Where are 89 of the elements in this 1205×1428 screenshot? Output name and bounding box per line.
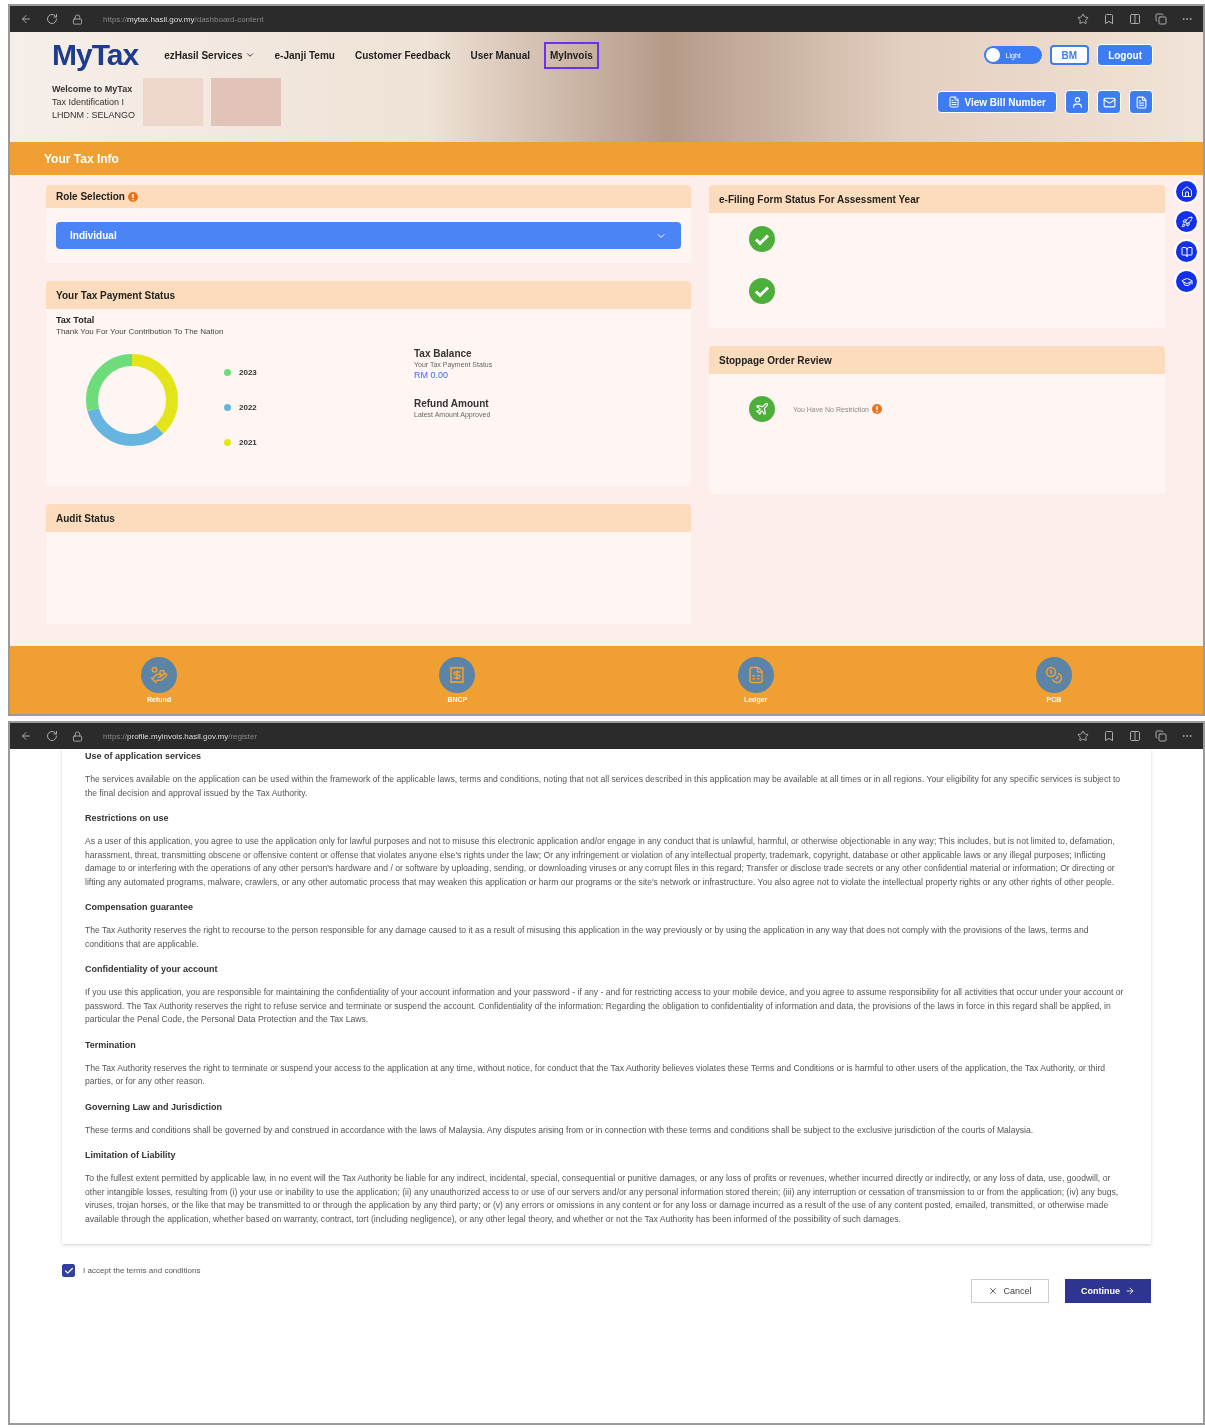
- nav-link[interactable]: ezHasil Services: [158, 41, 261, 69]
- terms-heading: Termination: [85, 1039, 137, 1050]
- nav-link[interactable]: Customer Feedback: [348, 41, 457, 69]
- terms-paragraph: As a user of this application, you agree to use the application only for lawful purposes and not to misuse this electronic application and/or engage in any conduct that is unlawful, harmful, or otherwise objectionable in any way; This includes, but is not limited to, defamation, harassment, threat, transmitting obscene or offensive content or offense that violates anyone else's rights under the law; Or any infringement or violation of any intellectual property, trademark, copyright, database or other applicable laws or any illegal purposes; Inflicting damage to or interfering with the operations of any other person's hardware and / or software by uploading, sending, or downloading viruses or any corrupt files in this regard; Transfer or disclose trade secrets or any other confidential material or information; Or directing or lifting any automated programs, malware, crawlers, or any other automatic process that may weaken this application or harm our programs or the site's network or infrastructure. You also agree not to violate the intellectual property rights or any other rights of other people.: [85, 835, 1116, 889]
- accept-label: I accept the terms and conditions: [83, 1266, 201, 1275]
- refund-amount-title: Refund Amount: [414, 398, 490, 409]
- terms-paragraph: These terms and conditions shall be governed by and construed in accordance with the laws of Malaysia. Any disputes arising from or in connection with these terms and conditions shall be subject to the exclusive jurisdiction of the courts of Malaysia.: [85, 1123, 1035, 1137]
- legend-label: 2023: [239, 368, 257, 377]
- card-title: Stoppage Order Review: [719, 354, 832, 366]
- browser-toolbar-icon[interactable]: [1077, 13, 1089, 25]
- check-circle-icon: [749, 278, 775, 304]
- address-bar-url[interactable]: https://mytax.hasil.gov.my/dashboard-content: [97, 14, 1063, 24]
- back-icon[interactable]: [20, 13, 32, 25]
- terms-paragraph: If you use this application, you are responsible for maintaining the confidentiality of your account information and your password - if any - and for restricting access to your mobile device, and you agree to assume responsibility for all activities that occur under your account or password. The Tax Authority reserves the right to refuse service and terminate or suspend the account. Confidentiality of the information: Regarding the obligation to confidentiality of information and data, the provisions of the laws in force in this regard shall be applied, in particular the Penal Code, the Personal Data Protection and the Tax Laws.: [85, 986, 1125, 1026]
- browser-toolbar-icon[interactable]: [1155, 13, 1167, 25]
- arrow-right-icon: [1125, 1286, 1135, 1296]
- browser-toolbar-icon[interactable]: [1155, 730, 1167, 742]
- continue-button[interactable]: Continue: [1065, 1279, 1151, 1303]
- terms-heading: Confidentiality of your account: [85, 964, 219, 974]
- redacted-block: [211, 78, 282, 126]
- nav-link[interactable]: e-Janji Temu: [268, 41, 341, 69]
- address-bar-url[interactable]: https://profile.myinvois.hasil.gov.my/register: [97, 731, 1063, 741]
- tax-balance-title: Tax Balance: [414, 348, 473, 359]
- view-bill-number-button[interactable]: View Bill Number: [937, 91, 1057, 113]
- language-button[interactable]: BM: [1049, 45, 1090, 65]
- user-icon: [1070, 95, 1084, 109]
- terms-paragraph: The services available on the application can be used within the framework of the applicable laws, terms and conditions, noting that not all services described in this application may be available at all times or in all regions. Your eligibility for any specific services is subject to the final decision and approval issued by the Tax Authority.: [85, 773, 1122, 800]
- mytax-logo[interactable]: MyTax: [52, 38, 139, 72]
- round-badge-icon: [737, 657, 774, 693]
- round-badge-icon: [141, 657, 178, 693]
- book-button[interactable]: [1174, 239, 1199, 264]
- terms-paragraph: The Tax Authority reserves the right to recourse to the person responsible for any damage caused to it as a result of misusing this application in the way previously or by using the application in any way that does not comply with the provisions of the laws, terms and conditions that are applicable.: [85, 924, 1090, 951]
- plane-circle-icon: [749, 396, 775, 422]
- document-icon: [1134, 95, 1148, 109]
- tax-balance-value: RM 0.00: [414, 370, 449, 380]
- browser-toolbar-icon[interactable]: [1103, 13, 1115, 25]
- section-title: Your Tax Info: [44, 151, 119, 166]
- cancel-button[interactable]: Cancel: [971, 1279, 1049, 1303]
- back-icon[interactable]: [20, 730, 32, 742]
- role-select[interactable]: Individual: [56, 222, 681, 249]
- card-title: Audit Status: [56, 512, 115, 524]
- mail-button[interactable]: [1097, 90, 1121, 114]
- welcome-text: LHDNM : SELANGO: [52, 110, 136, 120]
- refresh-icon[interactable]: [46, 730, 58, 742]
- legend-label: 2022: [239, 403, 257, 412]
- info-icon: [872, 404, 882, 414]
- welcome-text: Tax Identification I: [52, 97, 126, 107]
- close-icon: [988, 1286, 999, 1296]
- rocket-icon: [1180, 215, 1193, 228]
- terms-heading: Compensation guarantee: [85, 902, 195, 912]
- accept-checkbox[interactable]: [62, 1264, 75, 1277]
- info-icon: [127, 191, 138, 202]
- round-badge-icon: [1035, 657, 1072, 693]
- terms-heading: Governing Law and Jurisdiction: [85, 1101, 224, 1112]
- home-icon: [1180, 185, 1193, 198]
- mail-icon: [1102, 95, 1116, 109]
- nav-link[interactable]: User Manual: [464, 41, 536, 69]
- terms-heading: Use of application services: [85, 751, 203, 761]
- document-icon: [948, 96, 961, 108]
- refresh-icon[interactable]: [46, 13, 58, 25]
- lock-icon: [72, 13, 83, 25]
- caret-icon: [244, 50, 255, 60]
- browser-toolbar-icon[interactable]: [1129, 13, 1141, 25]
- card-title: Your Tax Payment Status: [56, 289, 176, 301]
- card-title: e-Filing Form Status For Assessment Year: [719, 193, 920, 205]
- terms-paragraph: The Tax Authority reserves the right to terminate or suspend your access to the application at any time, without notice, for conduct that the Tax Authority believes violates these Terms and Conditions or is harmful to other users of the application, the Tax Authority, or third parties, or for any other reason.: [85, 1061, 1107, 1088]
- document-button[interactable]: [1129, 90, 1153, 114]
- lock-icon: [72, 730, 83, 742]
- check-circle-icon: [749, 226, 775, 252]
- tax-total-title: Tax Total: [56, 315, 96, 325]
- terms-heading: Restrictions on use: [85, 813, 170, 823]
- book-icon: [1180, 245, 1193, 258]
- browser-toolbar-icon[interactable]: [1103, 730, 1115, 742]
- graduation-cap-icon: [1180, 275, 1193, 288]
- rocket-button[interactable]: [1174, 209, 1199, 234]
- terms-paragraph: To the fullest extent permitted by applicable law, in no event will the Tax Authority be liable for any indirect, incidental, special, consequential or punitive damages, or any loss of profits or revenues, whether incurred directly or indirectly, or any loss of data, use, goodwill, or other intangible losses, resulting from (i) your use or inability to use the application; (ii) any unauthorized access to or use of our servers and/or any personal information stored therein; (iii) any interruption or cessation of transmission to or from the application; (iv) any bugs, viruses, trojan horses, or the like that may be transmitted to or through the application by any third party; or (v) any errors or omissions in any content or for any loss or damage incurred as a result of the use of any content posted, emailed, transmitted, or otherwise made available through the application, whether based on warranty, contract, tort (including negligence), or any other legal theory, and whether or not the Tax Authority has been informed of the possibility of such damages.: [85, 1172, 1120, 1226]
- card-title: Role Selection: [56, 191, 125, 203]
- browser-toolbar-icon[interactable]: [1129, 730, 1141, 742]
- browser-toolbar-icon[interactable]: [1077, 730, 1089, 742]
- graduation-cap-button[interactable]: [1174, 269, 1199, 294]
- nav-link[interactable]: MyInvois: [544, 41, 599, 69]
- tax-total-subtitle: Thank You For Your Contribution To The Nation: [56, 327, 225, 336]
- welcome-text: Welcome to MyTax: [52, 84, 134, 94]
- legend-label: 2021: [239, 438, 257, 447]
- round-badge-icon: [439, 657, 476, 693]
- profile-button[interactable]: [1065, 90, 1089, 114]
- home-button[interactable]: [1174, 179, 1199, 204]
- terms-heading: Limitation of Liability: [85, 1150, 177, 1160]
- logout-button[interactable]: Logout: [1097, 44, 1153, 66]
